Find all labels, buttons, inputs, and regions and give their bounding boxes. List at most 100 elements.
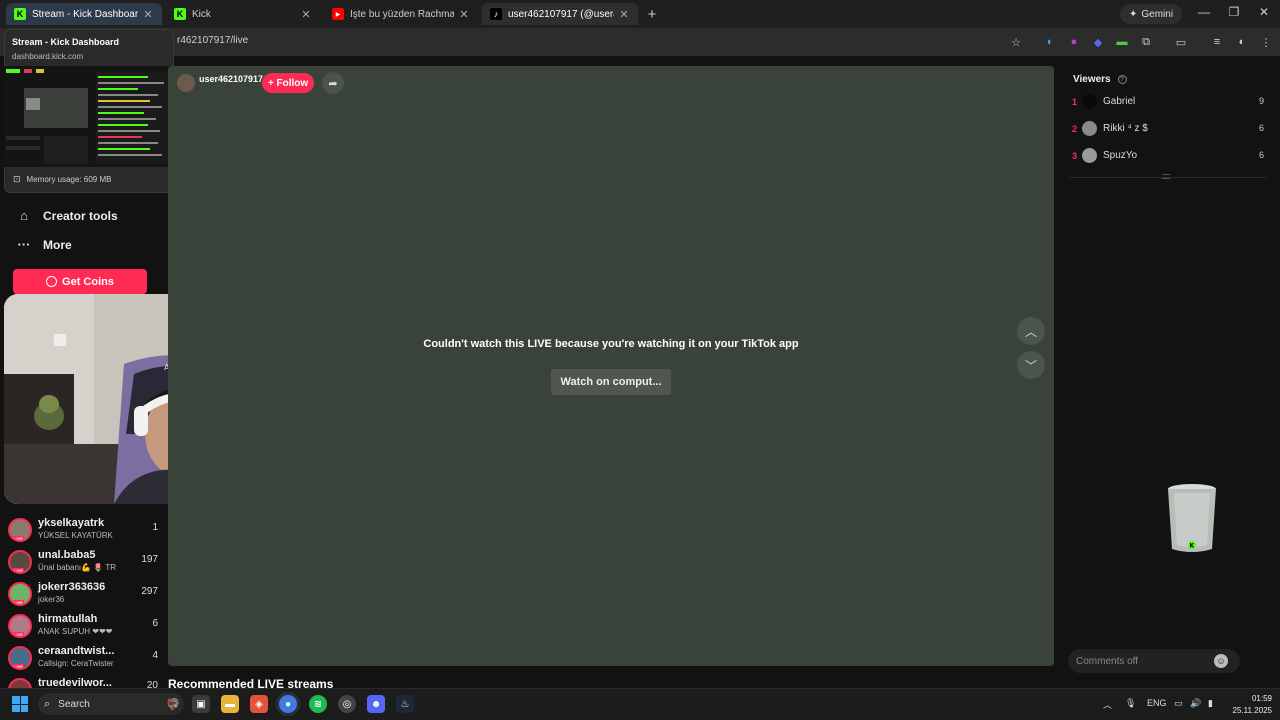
live-user-row[interactable]: LIVE hirmatullah ANAK SUPUH ❤❤❤ 6 [8, 613, 158, 643]
tab-title: İşte bu yüzden Rachmaninoff E [350, 8, 454, 20]
spotify-icon[interactable]: ≋ [309, 695, 327, 713]
network-icon[interactable]: ▭ [1174, 698, 1183, 709]
tray-overflow-icon[interactable]: ︿ [1103, 698, 1112, 711]
extension-green-icon[interactable]: ▬ [1114, 34, 1130, 50]
viewer-row[interactable]: 1 Gabriel 9 [1070, 94, 1266, 114]
dashboard-thumbnail-graphic [4, 66, 174, 167]
chevron-up-icon[interactable]: ︿ [1017, 317, 1045, 345]
resize-handle[interactable] [1162, 174, 1170, 179]
live-viewer-count: 1 [152, 522, 158, 533]
ellipsis-icon: ··· [17, 237, 31, 252]
taskbar-search[interactable]: ⌕ Search 🦃 [38, 693, 184, 715]
profile-avatar-icon[interactable]: ◐ [1234, 34, 1250, 50]
viewer-score: 6 [1258, 123, 1264, 133]
sparkle-icon: ✦ [1129, 8, 1138, 20]
viewers-title: Viewers [1073, 74, 1111, 85]
extension-blue-icon[interactable]: ◆ [1090, 34, 1106, 50]
gemini-button[interactable]: ✦ Gemini [1120, 4, 1183, 24]
search-icon: ⌕ [44, 697, 51, 710]
emoji-icon[interactable]: ☺ [1214, 654, 1228, 668]
gift-cup-graphic: K [1168, 484, 1216, 552]
extensions-puzzle-icon[interactable]: ⧉ [1138, 34, 1154, 50]
close-window-icon[interactable]: ✕ [1256, 5, 1272, 19]
task-view-icon[interactable]: ▣ [192, 695, 210, 713]
avatar: LIVE [8, 550, 32, 574]
discord-icon[interactable]: ☻ [367, 695, 385, 713]
close-icon[interactable]: ✕ [300, 8, 312, 21]
comments-off-label: Comments off [1076, 656, 1139, 667]
tab-youtube-rachmaninoff[interactable]: ▶ İşte bu yüzden Rachmaninoff E ✕ [324, 3, 478, 25]
preview-domain: dashboard.kick.com [12, 52, 84, 61]
live-viewer-count: 4 [152, 650, 158, 661]
help-icon[interactable]: ? [1117, 75, 1127, 84]
brave-browser-icon[interactable]: ◈ [250, 695, 268, 713]
volume-icon[interactable]: 🔊 [1190, 698, 1201, 709]
tab-title: Kick [192, 8, 211, 20]
language-indicator[interactable]: ENG [1147, 698, 1167, 708]
nav-creator-tools[interactable]: ⌂ Creator tools [14, 208, 118, 223]
live-user-row[interactable]: LIVE ceraandtwist... Callsign: CeraTwist… [8, 645, 158, 675]
live-user-name: unal.baba5 [38, 549, 96, 561]
close-icon[interactable]: ✕ [142, 8, 154, 21]
viewer-row[interactable]: 3 SpuzYo 6 [1070, 148, 1266, 168]
tab-kick[interactable]: K Kick ✕ [166, 3, 320, 25]
live-viewer-count: 297 [141, 586, 158, 597]
tab-stream-kick-dashboard[interactable]: K Stream - Kick Dashboard ✕ [6, 3, 162, 25]
live-user-sub: Callsign: CeraTwister [38, 659, 114, 668]
avatar [1082, 121, 1097, 136]
new-tab-icon[interactable]: + [644, 6, 660, 23]
host-username[interactable]: user462107917 [199, 74, 263, 84]
share-icon[interactable]: ➦ [322, 72, 344, 94]
live-user-row[interactable]: LIVE unal.baba5 Ünal babanı💪 🌷 TR 197 [8, 549, 158, 579]
live-user-sub: YÜKSEL KAYATÜRK [38, 531, 113, 540]
svg-text:K: K [1190, 543, 1195, 550]
live-unavailable-message: Couldn't watch this LIVE because you're … [423, 338, 799, 350]
microphone-icon[interactable]: 🎙 [1125, 698, 1136, 709]
live-video-panel [168, 66, 1054, 666]
menu-dots-icon[interactable]: ⋮ [1258, 34, 1274, 50]
extension-audio-icon[interactable]: ◖ [1041, 34, 1057, 50]
bookmark-star-icon[interactable]: ☆ [1008, 34, 1024, 50]
url-field[interactable]: r462107917/live [177, 35, 248, 46]
viewer-row[interactable]: 2 Rikki ⁴ z $ 6 [1070, 121, 1266, 141]
avatar: LIVE [8, 646, 32, 670]
avatar: LIVE [8, 518, 32, 542]
gift-cup-icon[interactable]: K [1166, 483, 1218, 555]
get-coins-button[interactable]: Get Coins [13, 269, 147, 294]
file-explorer-icon[interactable]: ▬ [221, 695, 239, 713]
youtube-icon: ▶ [332, 8, 344, 20]
minimize-icon[interactable]: — [1196, 5, 1212, 19]
viewer-rank: 1 [1072, 97, 1078, 107]
battery-icon[interactable]: ▮ [1208, 698, 1213, 709]
tab-tiktok-live[interactable]: ♪ user462107917 (@user462107917 ✕ [482, 3, 638, 25]
viewer-name: SpuzYo [1103, 150, 1138, 161]
close-icon[interactable]: ✕ [618, 8, 630, 21]
avatar: LIVE [8, 582, 32, 606]
close-icon[interactable]: ✕ [458, 8, 470, 21]
live-user-name: jokerr363636 [38, 581, 106, 593]
live-user-row[interactable]: LIVE ykselkayatrk YÜKSEL KAYATÜRK 1 [8, 517, 158, 547]
steam-icon[interactable]: ♨ [396, 695, 414, 713]
live-user-name: hirmatullah [38, 613, 98, 625]
cast-icon[interactable]: ▭ [1173, 34, 1189, 50]
chrome-icon[interactable]: ● [279, 695, 297, 713]
nav-label: More [43, 237, 72, 252]
restore-icon[interactable]: ❐ [1226, 5, 1242, 19]
viewer-score: 6 [1258, 150, 1264, 160]
clock-date[interactable]: 25.11.2025 [1227, 706, 1272, 715]
obs-icon[interactable]: ◎ [338, 695, 356, 713]
chevron-down-icon[interactable]: ﹀ [1017, 351, 1045, 379]
live-user-row[interactable]: LIVE jokerr363636 joker36 297 [8, 581, 158, 611]
clock-time[interactable]: 01:59 [1244, 694, 1272, 703]
avatar [1082, 148, 1097, 163]
coin-icon [46, 276, 58, 287]
reading-list-icon[interactable]: ≡ [1209, 34, 1225, 50]
live-user-row[interactable]: LIVE truedevilwor... 20 [8, 677, 158, 688]
avatar[interactable] [177, 74, 195, 92]
watch-on-computer-button[interactable]: Watch on comput... [551, 369, 671, 395]
extension-purple-icon[interactable]: ● [1066, 34, 1082, 50]
follow-button[interactable]: + Follow [262, 73, 314, 93]
windows-start-icon[interactable] [12, 696, 28, 712]
tiktok-icon: ♪ [490, 8, 502, 20]
nav-more[interactable]: ··· More [14, 237, 72, 252]
